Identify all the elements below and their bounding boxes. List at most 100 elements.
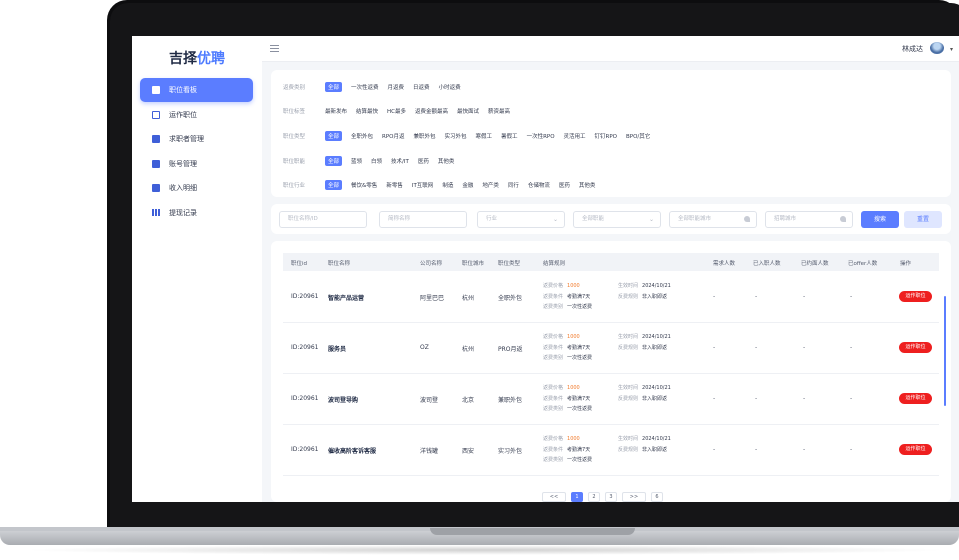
position-name-input[interactable]: 职位名称/ID (279, 211, 367, 228)
filter-option[interactable]: 月返费 (388, 83, 405, 91)
filter-option[interactable]: 蓝领 (351, 157, 362, 165)
operate-job-button[interactable]: 运作职位 (899, 291, 932, 302)
filter-row: 职位行业 全部 餐饮&零售 新零售 IT互联网 制造 金融 地产类 同行 仓储物流 医药 其他类 (283, 180, 604, 190)
filter-option[interactable]: 白领 (371, 157, 382, 165)
job-id: ID:20961 (291, 344, 319, 351)
sidebar: 吉择优聘 职位看板 运作职位 求职者管理 账号管理 收入明细 提现记录 (132, 36, 262, 502)
operate-job-button[interactable]: 运作职位 (899, 342, 932, 353)
filter-option[interactable]: 兼职外包 (414, 132, 436, 140)
filter-option[interactable]: RPO月返 (382, 132, 404, 140)
filter-option[interactable]: 实习外包 (445, 132, 467, 140)
filter-option[interactable]: IT互联网 (412, 181, 433, 189)
company-name-input[interactable]: 简称名称 (379, 211, 467, 228)
filter-option[interactable]: 医药 (418, 157, 429, 165)
operate-job-button[interactable]: 运作职位 (899, 393, 932, 404)
user-name[interactable]: 林成达 (902, 44, 923, 54)
sidebar-item-income[interactable]: 收入明细 (140, 176, 253, 200)
filter-option[interactable]: 餐饮&零售 (351, 181, 377, 189)
filter-option[interactable]: 一次性RPO (527, 132, 555, 140)
job-id: ID:20961 (291, 395, 319, 402)
prev-page-button[interactable]: << (542, 492, 566, 502)
job-id: ID:20961 (291, 293, 319, 300)
scrollbar[interactable] (944, 296, 946, 406)
sidebar-item-accounts[interactable]: 账号管理 (140, 152, 253, 176)
filter-option[interactable]: 钉钉RPO (595, 132, 617, 140)
job-city: 杭州 (462, 295, 475, 302)
filter-option[interactable]: 制造 (442, 181, 453, 189)
search-button[interactable]: 搜索 (861, 211, 899, 228)
page-button-1[interactable]: 1 (571, 492, 583, 502)
job-function-select[interactable]: 全部职能 ⌄ (573, 211, 661, 228)
chart-icon (152, 209, 160, 216)
filter-option[interactable]: 医药 (559, 181, 570, 189)
settlement-rules-2: 生效时间 2024/10/21 反费规则 非入职即返 (618, 283, 671, 300)
offer-count: - (850, 293, 853, 300)
job-type: 全职外包 (498, 295, 523, 302)
reset-button[interactable]: 重置 (904, 211, 942, 228)
recruit-city-select[interactable]: 招聘城市 (765, 211, 853, 228)
operate-job-button[interactable]: 运作职位 (899, 444, 932, 455)
filter-option[interactable]: 灵活用工 (564, 132, 586, 140)
filter-option[interactable]: 薪资最高 (488, 107, 510, 115)
table-row: ID:20961 催收高阶客诉客服 洋钱罐 西安 实习外包 返费价格 1000 返费条件 考勤满… (283, 425, 939, 476)
sidebar-item-job-board[interactable]: 职位看板 (140, 78, 253, 102)
need-count: - (713, 395, 716, 402)
sidebar-item-operate-jobs[interactable]: 运作职位 (140, 103, 253, 127)
filter-option[interactable]: 其他类 (579, 181, 596, 189)
top-header: 林成达 ▾ (262, 36, 959, 62)
chevron-down-icon[interactable]: ▾ (950, 46, 953, 53)
filter-option[interactable]: 全部 (325, 82, 343, 92)
filter-option[interactable]: 全部 (325, 156, 343, 166)
job-name: 智能产品运营 (328, 295, 365, 302)
offer-count: - (850, 446, 853, 453)
filter-option[interactable]: 其他类 (438, 157, 455, 165)
filter-option[interactable]: BPO/其它 (626, 132, 650, 140)
income-icon (152, 184, 160, 192)
filter-option[interactable]: 日返费 (413, 83, 430, 91)
filter-option[interactable]: 小时返费 (439, 83, 461, 91)
brand-logo: 吉择优聘 (169, 51, 225, 67)
sidebar-item-withdrawals[interactable]: 提现记录 (140, 201, 253, 225)
filter-option[interactable]: 一次性返费 (351, 83, 379, 91)
interview-count: - (803, 395, 806, 402)
search-panel: 职位名称/ID 简称名称 行业 ⌄ 全部职能 ⌄ 全部职能城市 招聘城市 搜索 重置 (271, 204, 951, 234)
filter-row: 返费类别 全部 一次性返费 月返费 日返费 小时返费 (283, 82, 470, 92)
filter-option[interactable]: 新零售 (386, 181, 403, 189)
filter-option[interactable]: 全部 (325, 131, 343, 141)
work-city-select[interactable]: 全部职能城市 (669, 211, 757, 228)
filter-option[interactable]: 金融 (462, 181, 473, 189)
filter-option[interactable]: 仓储物流 (528, 181, 550, 189)
settlement-rules-2: 生效时间 2024/10/21 反费规则 非入职即返 (618, 334, 671, 351)
filter-option[interactable]: HC最多 (387, 107, 406, 115)
offer-count: - (850, 395, 853, 402)
table-row: ID:20961 服务员 OZ 杭州 PRO月返 返费价格 1000 返费条件 考勤满7天 返费类… (283, 323, 939, 374)
filter-option[interactable]: 最新发布 (325, 107, 347, 115)
filter-option[interactable]: 同行 (508, 181, 519, 189)
candidate-icon (152, 135, 160, 143)
hired-count: - (755, 446, 758, 453)
filter-option[interactable]: 返费金额最高 (415, 107, 448, 115)
filter-option[interactable]: 结算最快 (356, 107, 378, 115)
next-page-button[interactable]: >> (622, 492, 646, 502)
filter-option[interactable]: 地产类 (482, 181, 499, 189)
menu-collapse-icon[interactable] (270, 45, 279, 52)
laptop-mockup: 吉择优聘 职位看板 运作职位 求职者管理 账号管理 收入明细 提现记录 林成达 … (0, 0, 959, 560)
filter-option[interactable]: 技术/IT (391, 157, 409, 165)
filter-option[interactable]: 全职外包 (351, 132, 373, 140)
filter-option[interactable]: 暑假工 (501, 132, 518, 140)
laptop-notch (430, 528, 635, 535)
page-button-2[interactable]: 2 (588, 492, 600, 502)
job-table: 职位id 职位名称 公司名称 职位城市 职位类型 结算规则 需求人数 已入职人数… (271, 241, 951, 502)
filter-option[interactable]: 全部 (325, 180, 343, 190)
interview-count: - (803, 344, 806, 351)
total-pages: 6 (651, 492, 663, 502)
page-button-3[interactable]: 3 (605, 492, 617, 502)
filter-option[interactable]: 最快面试 (457, 107, 479, 115)
job-type: 兼职外包 (498, 397, 523, 404)
location-icon (744, 216, 750, 222)
avatar[interactable] (930, 42, 944, 54)
sidebar-item-candidates[interactable]: 求职者管理 (140, 127, 253, 151)
settlement-rules-2: 生效时间 2024/10/21 反费规则 非入职即返 (618, 385, 671, 402)
industry-select[interactable]: 行业 ⌄ (477, 211, 565, 228)
filter-option[interactable]: 寒假工 (476, 132, 493, 140)
